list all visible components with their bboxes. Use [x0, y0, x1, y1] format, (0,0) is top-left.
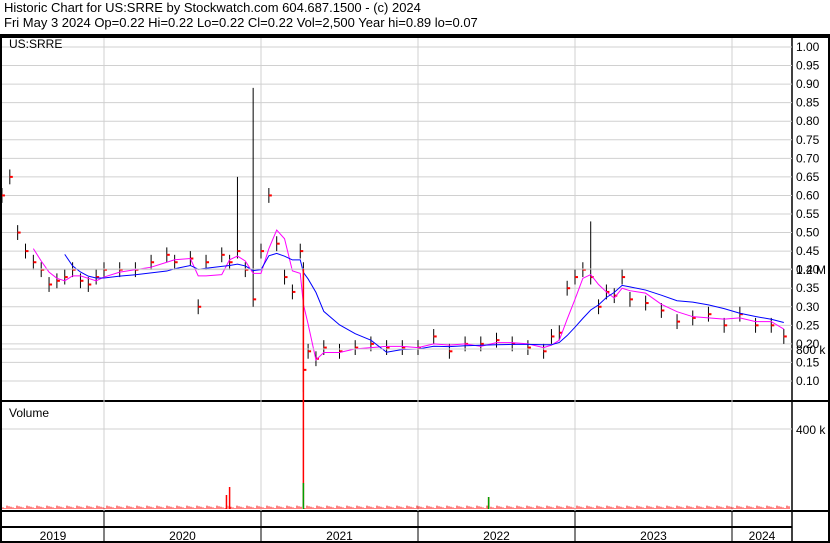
price-tick-label: 0.60: [796, 188, 820, 202]
price-tick-label: 0.75: [796, 133, 820, 147]
price-tick-label: 0.15: [796, 355, 820, 369]
price-tick-label: 0.45: [796, 244, 820, 258]
price-tick-label: 0.70: [796, 151, 820, 165]
price-tick-label: 0.30: [796, 300, 820, 314]
price-tick-label: 0.25: [796, 318, 820, 332]
price-tick-label: 0.95: [796, 59, 820, 73]
price-tick-label: 0.80: [796, 114, 820, 128]
price-tick-label: 0.50: [796, 226, 820, 240]
ma-short-line: [32, 229, 785, 361]
chart-svg: 1.00 0.95 0.90 0.85 0.80 0.75 0.70 0.65 0.60 0.55…: [0, 34, 830, 543]
volume-tick-label: 400 k: [796, 423, 826, 437]
price-tick-label: 0.55: [796, 207, 820, 221]
price-tick-label: 0.65: [796, 170, 820, 184]
year-label: 2019: [40, 529, 67, 543]
volume-tick-label: 1.2 M: [796, 263, 826, 277]
volume-tick-label: 800 k: [796, 343, 826, 357]
year-label: 2024: [749, 529, 776, 543]
price-tick-label: 0.90: [796, 77, 820, 91]
symbol-label: US:SRRE: [9, 37, 62, 51]
price-tick-label: 1.00: [796, 40, 820, 54]
year-label: 2021: [326, 529, 353, 543]
price-tick-label: 0.85: [796, 96, 820, 110]
price-tick-label: 0.10: [796, 374, 820, 388]
stock-chart: Historic Chart for US:SRRE by Stockwatch…: [0, 0, 830, 543]
price-tick-label: 0.35: [796, 281, 820, 295]
year-label: 2022: [483, 529, 510, 543]
volume-label: Volume: [9, 406, 49, 420]
year-label: 2023: [640, 529, 667, 543]
ma-long-line: [64, 252, 784, 353]
year-label: 2020: [169, 529, 196, 543]
